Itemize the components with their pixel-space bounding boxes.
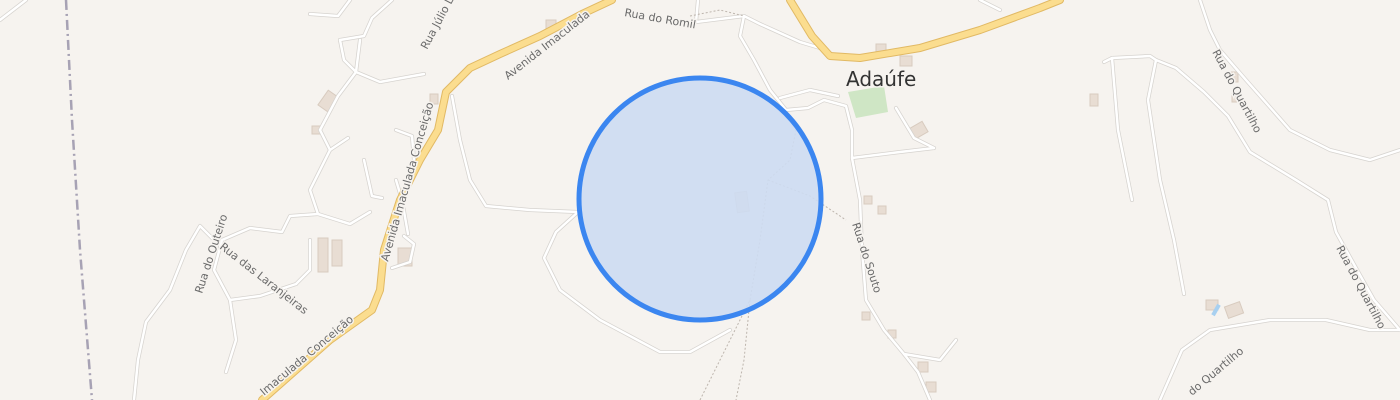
place-label-adaufe: Adaúfe (846, 67, 916, 91)
map-canvas[interactable]: Rua Júlio Lima Avenida Imaculada Rua do … (0, 0, 1400, 400)
location-accuracy-marker[interactable] (576, 75, 824, 323)
location-accuracy-circle[interactable] (576, 75, 824, 323)
